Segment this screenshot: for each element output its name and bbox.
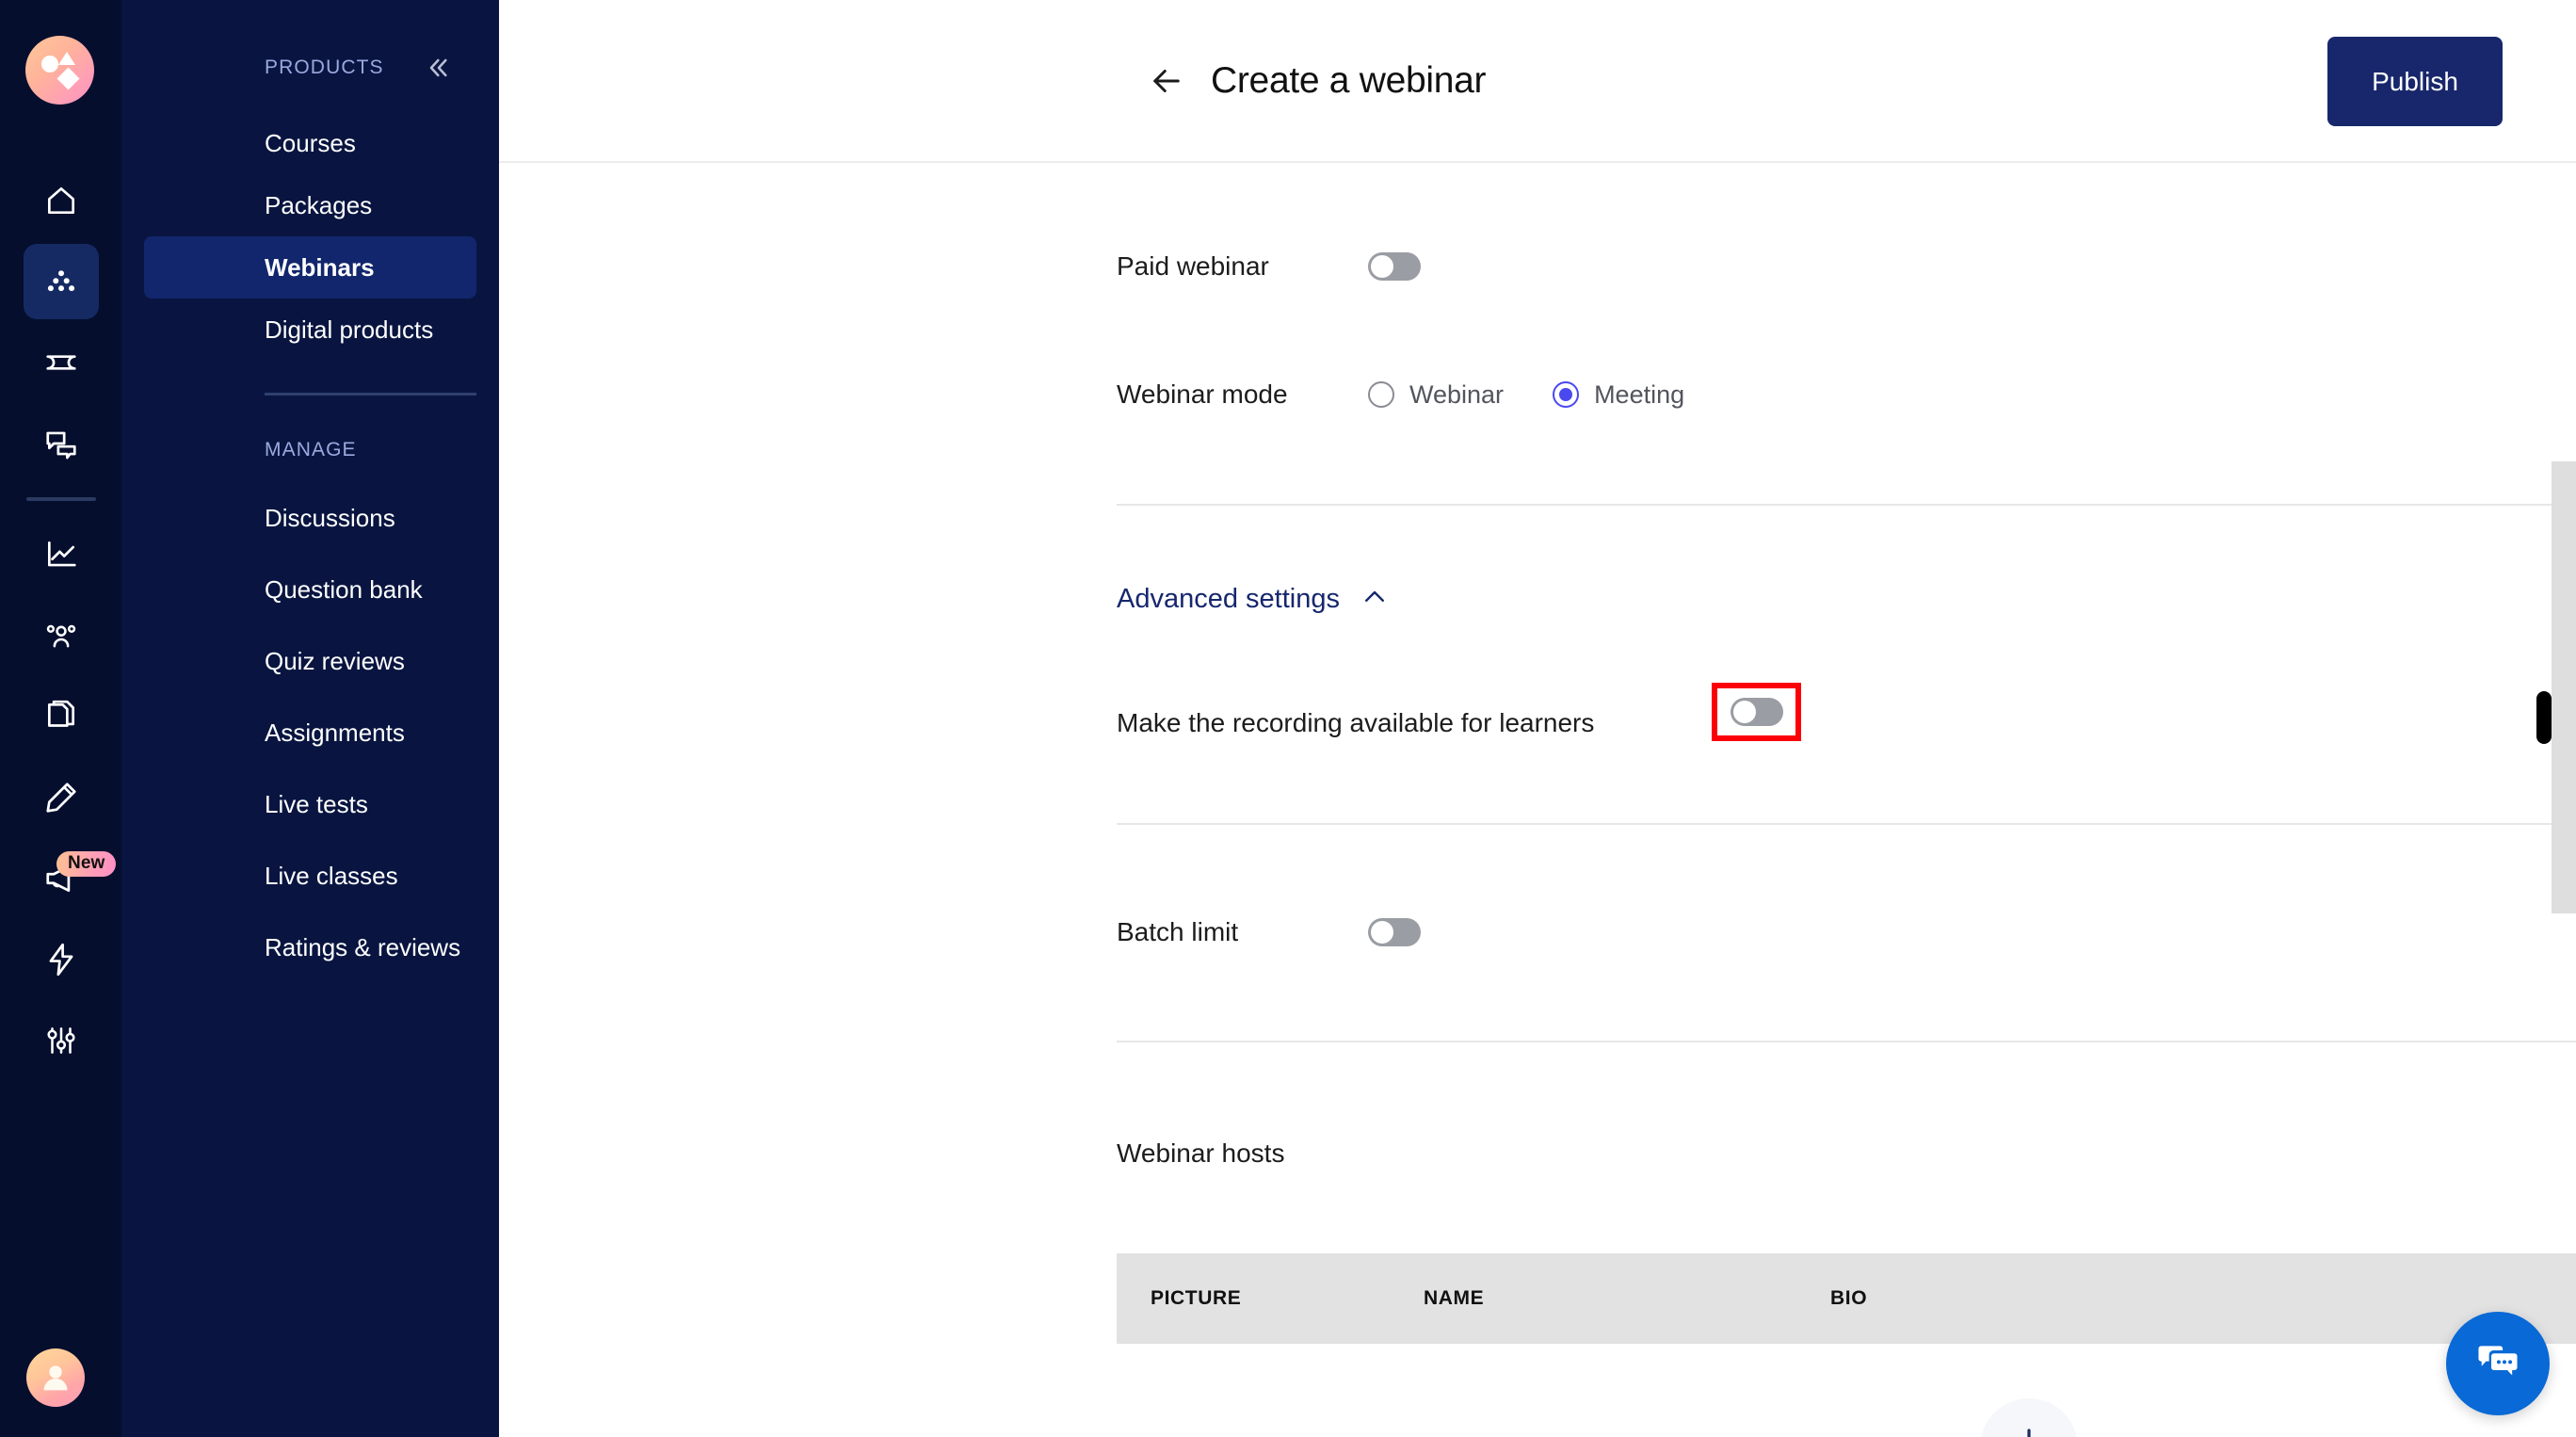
page-topbar: Create a webinar Publish [499, 0, 2576, 163]
sidebar-item-quiz-reviews[interactable]: Quiz reviews [144, 625, 476, 697]
rail-item-learners[interactable] [0, 595, 121, 676]
paid-webinar-label: Paid webinar [1117, 251, 1269, 281]
documents-icon [43, 699, 79, 735]
users-icon [43, 618, 79, 654]
app-root: New PRODUCTS Courses Packages Webinars D… [0, 0, 2576, 1437]
sliders-icon [43, 1023, 79, 1058]
batch-limit-label: Batch limit [1117, 917, 1239, 946]
ticket-icon [43, 345, 79, 380]
arrow-left-icon[interactable] [1141, 56, 1192, 106]
webinar-mode-row: Webinar mode Webinar Meeting [1117, 364, 2576, 425]
rail-item-design[interactable] [0, 757, 121, 838]
sidebar-products-title: PRODUCTS [265, 57, 384, 78]
rail-item-automations[interactable] [0, 919, 121, 1000]
batch-limit-toggle[interactable] [1368, 918, 1421, 946]
sidebar-item-ratings-reviews[interactable]: Ratings & reviews [144, 912, 476, 983]
chat-bubbles-icon [43, 426, 79, 461]
webinar-mode-radio-group: Webinar Meeting [1368, 380, 1684, 410]
radio-circle-selected-icon [1553, 381, 1580, 408]
sidebar-products-list: Courses Packages Webinars Digital produc… [121, 112, 499, 361]
rail-item-marketing[interactable]: New [0, 838, 121, 919]
sidebar-item-live-classes[interactable]: Live classes [144, 840, 476, 912]
hosts-table-header: PICTURE NAME BIO [1117, 1253, 2576, 1344]
radio-option-meeting[interactable]: Meeting [1553, 380, 1684, 410]
sidebar: PRODUCTS Courses Packages Webinars Digit… [121, 0, 499, 1437]
advanced-settings-title: Advanced settings [1117, 584, 1340, 614]
divider-3 [1117, 1041, 2576, 1042]
advanced-settings-header[interactable]: Advanced settings [1117, 583, 1389, 616]
sidebar-item-courses[interactable]: Courses [144, 112, 476, 174]
radio-circle-icon [1368, 381, 1394, 408]
page-scrollbar-thumb[interactable] [2536, 691, 2552, 744]
column-header-name: NAME [1424, 1287, 1485, 1309]
toggle-knob [1371, 255, 1393, 278]
toggle-knob [1371, 921, 1393, 944]
plus-icon [2006, 1423, 2052, 1437]
rail-item-home[interactable] [0, 160, 121, 241]
add-host-row-button[interactable] [1979, 1398, 2078, 1437]
radio-label-webinar: Webinar [1409, 379, 1505, 409]
bolt-icon [43, 942, 79, 977]
radio-label-meeting: Meeting [1594, 379, 1685, 409]
column-header-bio: BIO [1830, 1287, 1868, 1309]
toggle-knob [1732, 701, 1756, 723]
sidebar-divider [265, 393, 476, 396]
sidebar-item-webinars[interactable]: Webinars [144, 236, 476, 299]
paid-webinar-toggle[interactable] [1368, 252, 1421, 281]
sidebar-item-assignments[interactable]: Assignments [144, 697, 476, 768]
home-icon [43, 183, 79, 218]
recording-toggle-highlight [1712, 683, 1801, 741]
sidebar-manage-title: MANAGE [265, 439, 357, 460]
divider-1 [1117, 504, 2576, 506]
chevron-double-left-icon[interactable] [416, 47, 458, 89]
add-host-row-wrap [1117, 1398, 2576, 1437]
webinar-hosts-header: Webinar hosts Add new [1117, 1108, 2576, 1199]
rail-item-settings[interactable] [0, 1000, 121, 1081]
page-title: Create a webinar [1211, 59, 1487, 101]
page-scrollbar-track[interactable] [2552, 461, 2576, 913]
chevron-up-icon [1360, 583, 1389, 616]
rail-divider-1 [26, 497, 96, 501]
column-header-picture: PICTURE [1151, 1287, 1242, 1309]
recording-label: Make the recording available for learner… [1117, 708, 1595, 737]
user-avatar[interactable] [26, 1348, 85, 1407]
sidebar-item-packages[interactable]: Packages [144, 174, 476, 236]
radio-option-webinar[interactable]: Webinar [1368, 380, 1504, 410]
paid-webinar-row: Paid webinar [1117, 236, 2576, 297]
shapes-logo-icon[interactable] [25, 36, 94, 105]
webinar-hosts-title: Webinar hosts [1117, 1138, 1285, 1168]
sidebar-header: PRODUCTS [121, 0, 499, 89]
batch-limit-row: Batch limit [1117, 902, 2576, 962]
recording-toggle[interactable] [1730, 698, 1783, 726]
webinar-mode-label: Webinar mode [1117, 379, 1288, 409]
divider-2 [1117, 823, 2576, 825]
sidebar-item-discussions[interactable]: Discussions [144, 482, 476, 554]
design-icon [43, 780, 79, 815]
rail-item-coupons[interactable] [0, 322, 121, 403]
sidebar-manage-list: Discussions Question bank Quiz reviews A… [121, 482, 499, 983]
rail-item-messages[interactable] [0, 403, 121, 484]
rail-icon-list: New [0, 160, 121, 1081]
rail-item-analytics[interactable] [0, 514, 121, 595]
sidebar-item-question-bank[interactable]: Question bank [144, 554, 476, 625]
new-badge: New [56, 851, 117, 877]
rail-item-products[interactable] [0, 241, 121, 322]
analytics-icon [43, 537, 79, 573]
sidebar-item-digital-products[interactable]: Digital products [144, 299, 476, 361]
form-content: Paid webinar Webinar mode Webinar Meetin… [499, 236, 2576, 1437]
rail-item-files[interactable] [0, 676, 121, 757]
products-icon [43, 264, 79, 299]
chat-support-icon[interactable] [2446, 1312, 2550, 1415]
sidebar-item-live-tests[interactable]: Live tests [144, 768, 476, 840]
publish-button[interactable]: Publish [2327, 37, 2503, 126]
recording-row: Make the recording available for learner… [1117, 693, 2576, 753]
main-area: Create a webinar Publish Paid webinar We… [499, 0, 2576, 1437]
icon-rail: New [0, 0, 121, 1437]
